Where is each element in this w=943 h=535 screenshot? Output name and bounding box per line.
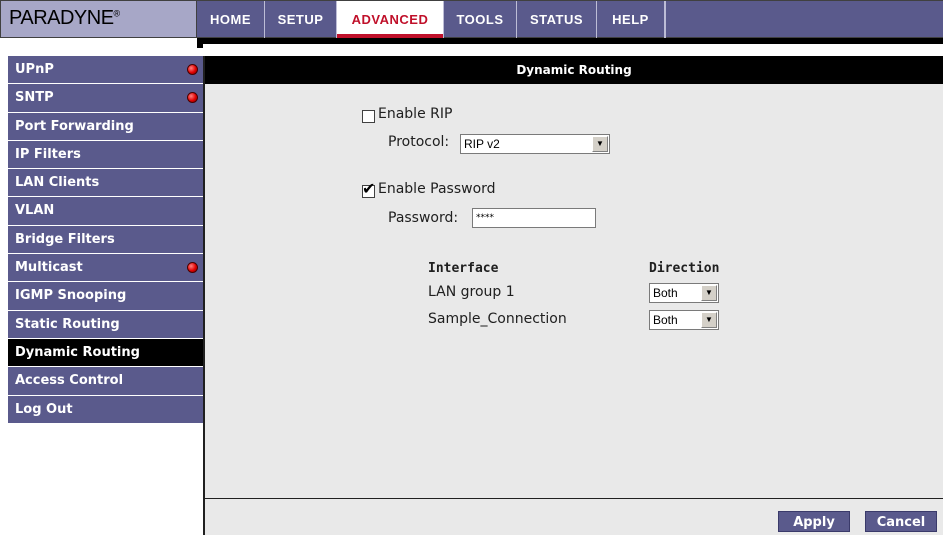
direction-column-header: Direction bbox=[649, 261, 720, 276]
sidebar-item-upnp[interactable]: UPnP bbox=[8, 56, 204, 85]
sidebar-item-port-forwarding[interactable]: Port Forwarding bbox=[8, 112, 204, 141]
action-bar: Apply Cancel bbox=[205, 498, 943, 535]
interface-name: Sample_Connection bbox=[428, 311, 567, 327]
header-divider-inner bbox=[203, 44, 943, 48]
sidebar-item-igmp-snooping[interactable]: IGMP Snooping bbox=[8, 282, 204, 311]
password-label: Password: bbox=[388, 210, 459, 226]
direction-select[interactable]: Both ▼ bbox=[649, 310, 719, 330]
sidebar-item-label: Static Routing bbox=[15, 316, 120, 332]
brand-logo: PARADYNE® bbox=[9, 7, 120, 30]
sidebar-item-label: UPnP bbox=[15, 62, 54, 77]
main-panel: Dynamic Routing Enable RIP Protocol: RIP… bbox=[205, 56, 943, 535]
chevron-down-icon: ▼ bbox=[592, 136, 608, 152]
sidebar-item-label: Access Control bbox=[15, 373, 124, 389]
sidebar-item-bridge-filters[interactable]: Bridge Filters bbox=[8, 225, 204, 255]
sidebar-item-log-out[interactable]: Log Out bbox=[8, 395, 204, 424]
top-bar: PARADYNE® HOME SETUP ADVANCED TOOLS STAT… bbox=[0, 0, 943, 38]
sidebar-item-sntp[interactable]: SNTP bbox=[8, 84, 204, 113]
sidebar-item-label: SNTP bbox=[15, 90, 54, 106]
header-divider bbox=[197, 38, 943, 48]
logo-area: PARADYNE® bbox=[0, 0, 197, 38]
protocol-select[interactable]: RIP v2 ▼ bbox=[460, 134, 610, 154]
sidebar-item-label: Log Out bbox=[15, 401, 73, 417]
protocol-label: Protocol: bbox=[388, 134, 450, 150]
sidebar-item-label: IP Filters bbox=[15, 146, 81, 162]
cancel-button[interactable]: Cancel bbox=[865, 511, 937, 532]
alert-dot-icon bbox=[187, 262, 198, 274]
tab-setup[interactable]: SETUP bbox=[265, 1, 337, 38]
password-field[interactable]: **** bbox=[472, 208, 596, 228]
main-nav: HOME SETUP ADVANCED TOOLS STATUS HELP bbox=[197, 0, 943, 38]
direction-select-value: Both bbox=[653, 313, 678, 327]
sidebar-item-label: Bridge Filters bbox=[15, 231, 115, 247]
direction-select[interactable]: Both ▼ bbox=[649, 283, 719, 303]
tab-status[interactable]: STATUS bbox=[517, 1, 597, 38]
tab-help[interactable]: HELP bbox=[597, 1, 665, 38]
sidebar-item-label: IGMP Snooping bbox=[15, 288, 127, 304]
sidebar-item-label: LAN Clients bbox=[15, 175, 100, 191]
alert-dot-icon bbox=[187, 64, 198, 75]
enable-password-checkbox[interactable]: ✔ bbox=[362, 181, 375, 198]
sidebar-item-vlan[interactable]: VLAN bbox=[8, 197, 204, 226]
brand-logo-mark: ® bbox=[113, 8, 121, 19]
nav-filler bbox=[665, 1, 943, 38]
sidebar-item-static-routing[interactable]: Static Routing bbox=[8, 310, 204, 339]
enable-rip-label: Enable RIP bbox=[378, 106, 453, 122]
direction-select-value: Both bbox=[653, 286, 678, 300]
enable-rip-checkbox[interactable] bbox=[362, 110, 375, 123]
tab-advanced[interactable]: ADVANCED bbox=[337, 1, 444, 38]
enable-password-label: Enable Password bbox=[378, 181, 496, 197]
brand-logo-text: PARADYNE bbox=[9, 7, 114, 29]
interface-name: LAN group 1 bbox=[428, 284, 515, 300]
sidebar-item-dynamic-routing[interactable]: Dynamic Routing bbox=[8, 338, 204, 368]
sidebar-item-access-control[interactable]: Access Control bbox=[8, 367, 204, 396]
sidebar-item-lan-clients[interactable]: LAN Clients bbox=[8, 169, 204, 198]
page-title: Dynamic Routing bbox=[205, 56, 943, 84]
chevron-down-icon: ▼ bbox=[701, 285, 717, 301]
sidebar-item-label: Multicast bbox=[15, 260, 83, 276]
sidebar-item-multicast[interactable]: Multicast bbox=[8, 254, 204, 283]
apply-button[interactable]: Apply bbox=[778, 511, 850, 532]
chevron-down-icon: ▼ bbox=[701, 312, 717, 328]
sidebar-item-ip-filters[interactable]: IP Filters bbox=[8, 140, 204, 170]
sidebar-item-label: Port Forwarding bbox=[15, 118, 134, 134]
checkmark-icon: ✔ bbox=[362, 179, 376, 198]
sidebar-item-label: Dynamic Routing bbox=[15, 344, 140, 360]
protocol-select-value: RIP v2 bbox=[464, 137, 500, 151]
interface-column-header: Interface bbox=[428, 261, 499, 276]
tab-home[interactable]: HOME bbox=[197, 1, 265, 38]
tab-tools[interactable]: TOOLS bbox=[444, 1, 517, 38]
sidebar-item-label: VLAN bbox=[15, 203, 55, 219]
sidebar: UPnP SNTP Port Forwarding IP Filters LAN… bbox=[8, 56, 204, 424]
alert-dot-icon bbox=[187, 92, 198, 104]
